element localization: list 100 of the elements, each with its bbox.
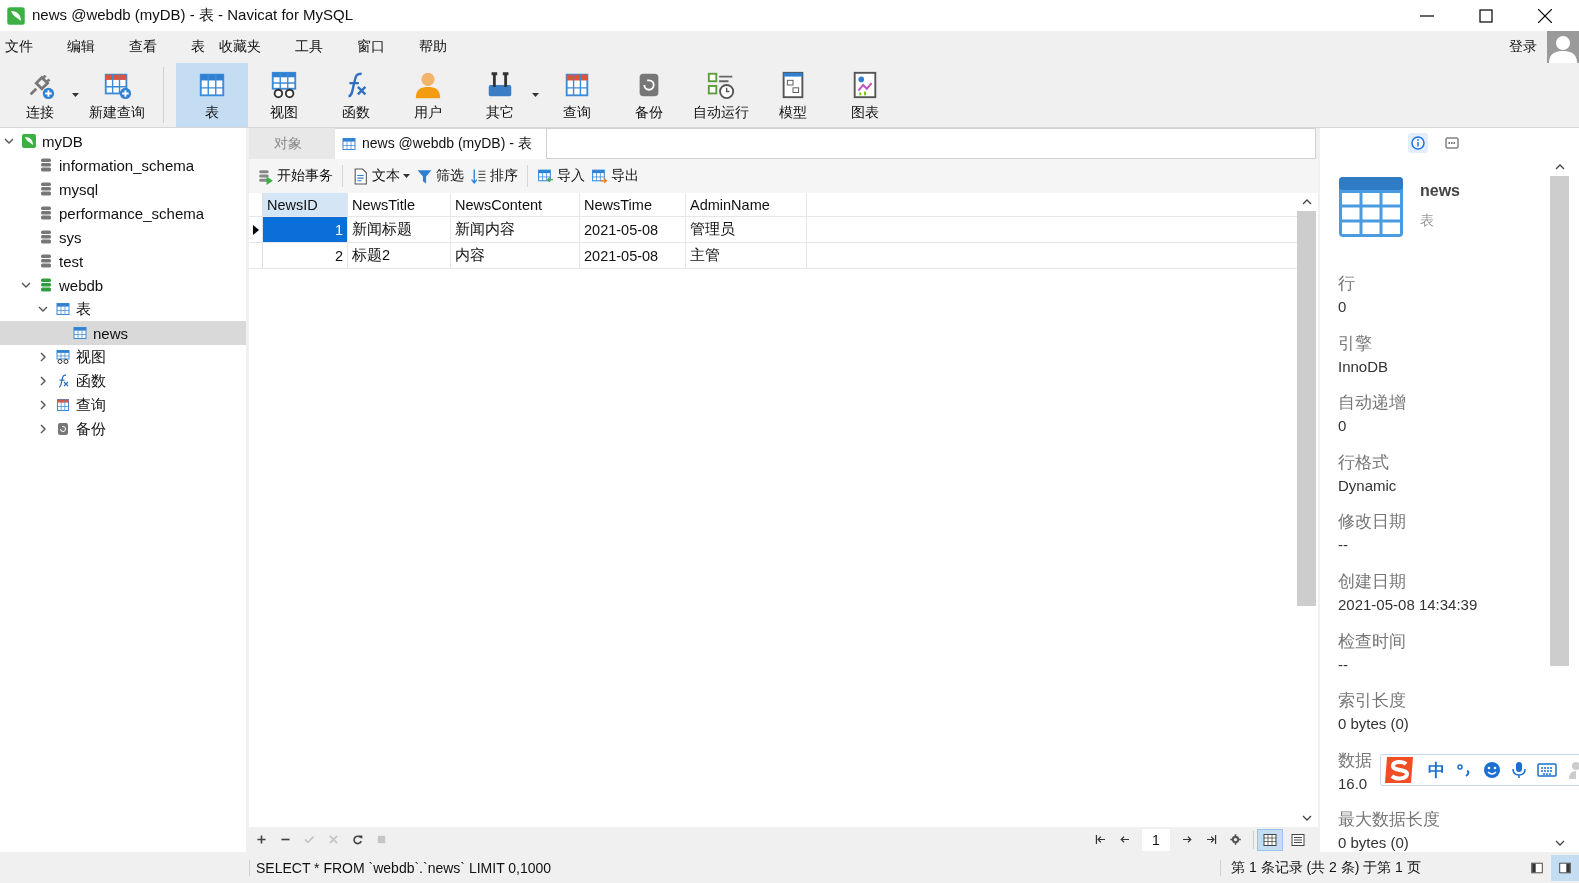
toolbar-button[interactable]: 排序 bbox=[467, 167, 521, 185]
column-header[interactable]: NewsContent bbox=[451, 193, 580, 216]
toolbar-button[interactable]: 备份 bbox=[613, 63, 685, 127]
menu-item[interactable]: 查看 bbox=[124, 38, 160, 56]
object-name: news bbox=[1420, 182, 1460, 200]
caret-icon[interactable] bbox=[532, 93, 539, 97]
scroll-down-icon[interactable] bbox=[1554, 840, 1565, 846]
info-icon bbox=[1409, 135, 1426, 151]
property-value: -- bbox=[1338, 654, 1348, 675]
column-header[interactable]: NewsTime bbox=[580, 193, 686, 216]
login-link[interactable]: 登录 bbox=[1509, 38, 1537, 56]
menu-item[interactable]: 窗口 bbox=[352, 38, 388, 56]
tree-item[interactable]: 备份 bbox=[0, 417, 246, 441]
form-icon bbox=[1290, 831, 1306, 848]
input-mode[interactable]: 中 bbox=[1428, 758, 1445, 782]
toolbar-button[interactable]: 文本 bbox=[349, 167, 413, 185]
tree-item[interactable]: test bbox=[0, 249, 246, 273]
next-icon[interactable] bbox=[1181, 833, 1194, 846]
menu-item[interactable]: 工具 bbox=[290, 38, 326, 56]
toolbar-button[interactable]: 用户 bbox=[392, 63, 464, 127]
tree-item[interactable]: 表 bbox=[0, 297, 246, 321]
column-header[interactable]: NewsTitle bbox=[348, 193, 451, 216]
scroll-up-icon[interactable] bbox=[1301, 199, 1312, 205]
chevron-icon[interactable] bbox=[38, 424, 48, 434]
pane-toggle[interactable] bbox=[1551, 854, 1579, 881]
property-value: -- bbox=[1338, 535, 1348, 556]
toolbar-button[interactable]: 自动运行 bbox=[685, 63, 757, 127]
database-play-icon bbox=[257, 167, 274, 185]
tree-item[interactable]: webdb bbox=[0, 273, 246, 297]
toolbar-button[interactable]: 表 bbox=[176, 63, 248, 127]
settings-icon[interactable] bbox=[1229, 833, 1242, 846]
tree-item[interactable]: 函数 bbox=[0, 369, 246, 393]
chevron-icon[interactable] bbox=[4, 136, 14, 146]
tree-item[interactable]: mysql bbox=[0, 177, 246, 201]
toolbar-button[interactable]: 导出 bbox=[588, 167, 642, 185]
chevron-icon[interactable] bbox=[21, 280, 31, 290]
toolbar-button[interactable]: 其它 bbox=[464, 63, 536, 127]
import-icon bbox=[537, 167, 554, 185]
add-icon[interactable] bbox=[255, 833, 268, 846]
scroll-down-icon[interactable] bbox=[1301, 815, 1312, 821]
table-icon bbox=[1338, 176, 1404, 238]
toolbar-button[interactable]: 导入 bbox=[534, 167, 588, 185]
property-value: 2021-05-08 14:34:39 bbox=[1338, 594, 1478, 615]
scrollbar-thumb[interactable] bbox=[1297, 211, 1316, 606]
property-value: 0 bbox=[1338, 416, 1347, 437]
tree-item[interactable]: myDB bbox=[0, 129, 246, 153]
toolbar-button[interactable]: 视图 bbox=[248, 63, 320, 127]
menu-item[interactable]: 帮助 bbox=[414, 38, 450, 56]
toolbar-button[interactable]: 新建查询 bbox=[81, 63, 153, 127]
page-field[interactable]: 1 bbox=[1142, 828, 1170, 851]
tree-item[interactable]: performance_schema bbox=[0, 201, 246, 225]
panel-tab[interactable] bbox=[1407, 133, 1428, 153]
ddl-icon bbox=[1443, 135, 1460, 151]
menu-item[interactable]: 文件 bbox=[0, 38, 36, 56]
keyboard-icon[interactable] bbox=[1537, 762, 1557, 778]
chevron-icon[interactable] bbox=[38, 376, 48, 386]
toolbar-button[interactable]: 模型 bbox=[757, 63, 829, 127]
toolbar-button[interactable]: 连接 bbox=[4, 63, 76, 127]
maximize-icon[interactable] bbox=[1479, 8, 1493, 23]
property-label: 引擎 bbox=[1338, 332, 1372, 355]
record-status: 第 1 条记录 (共 2 条) 于第 1 页 bbox=[1231, 858, 1422, 877]
toolbar-button[interactable]: 函数 bbox=[320, 63, 392, 127]
table-icon bbox=[55, 301, 71, 317]
backup-icon bbox=[55, 421, 71, 437]
view-mode-button[interactable] bbox=[1257, 828, 1283, 851]
tree-item[interactable]: sys bbox=[0, 225, 246, 249]
menu-item[interactable]: 收藏夹 bbox=[214, 38, 264, 56]
punctuation-icon[interactable] bbox=[1456, 762, 1472, 778]
refresh-icon[interactable] bbox=[351, 833, 364, 846]
tree-item[interactable]: 查询 bbox=[0, 393, 246, 417]
toolbar-button[interactable]: 开始事务 bbox=[254, 167, 336, 185]
column-header[interactable]: NewsID bbox=[263, 193, 348, 216]
caret-icon[interactable] bbox=[72, 93, 79, 97]
toolbar-button[interactable]: 筛选 bbox=[413, 167, 467, 185]
chevron-icon[interactable] bbox=[38, 400, 48, 410]
property-label: 行格式 bbox=[1338, 451, 1389, 474]
sql-status: SELECT * FROM `webdb`.`news` LIMIT 0,1000 bbox=[249, 859, 1221, 876]
tab[interactable]: news @webdb (myDB) - 表 bbox=[335, 128, 546, 159]
property-value: 0 bytes (0) bbox=[1338, 714, 1409, 735]
microphone-icon[interactable] bbox=[1512, 761, 1526, 779]
toolbar-button[interactable]: 查询 bbox=[541, 63, 613, 127]
current-row-icon bbox=[252, 224, 259, 235]
toolbar-button[interactable]: 图表 bbox=[829, 63, 901, 127]
last-page-icon[interactable] bbox=[1205, 833, 1218, 846]
column-header[interactable]: AdminName bbox=[686, 193, 807, 216]
property-label: 最大数据长度 bbox=[1338, 809, 1440, 832]
close-icon[interactable] bbox=[1538, 8, 1552, 23]
previous-icon[interactable] bbox=[1118, 833, 1131, 846]
menu-item[interactable]: 表 bbox=[186, 38, 208, 56]
scrollbar-thumb[interactable] bbox=[1550, 176, 1569, 666]
avatar-icon[interactable] bbox=[1547, 31, 1579, 63]
menu-item[interactable]: 编辑 bbox=[62, 38, 98, 56]
first-page-icon[interactable] bbox=[1094, 833, 1107, 846]
chevron-icon[interactable] bbox=[38, 352, 48, 362]
scroll-up-icon[interactable] bbox=[1554, 164, 1565, 170]
tree-item[interactable]: 视图 bbox=[0, 345, 246, 369]
emoji-icon[interactable] bbox=[1483, 761, 1501, 779]
chevron-icon[interactable] bbox=[38, 304, 48, 314]
tree-item[interactable]: information_schema bbox=[0, 153, 246, 177]
tree-item[interactable]: news bbox=[0, 321, 246, 345]
